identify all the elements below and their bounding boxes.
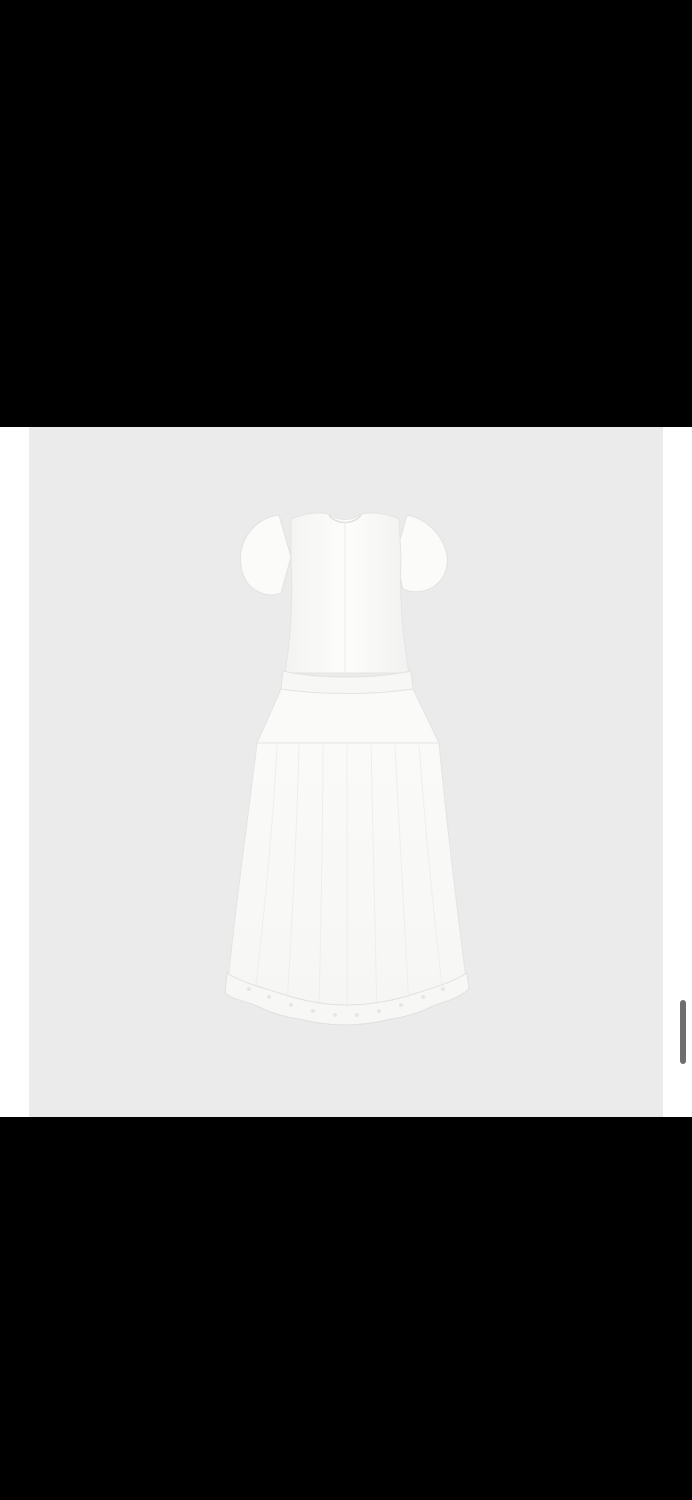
letterbox-top (0, 0, 692, 427)
letterbox-bottom (0, 1117, 692, 1500)
image-viewer (0, 0, 692, 1500)
waistband (280, 670, 414, 694)
photo-frame (0, 427, 692, 1117)
dress-illustration (224, 512, 470, 1026)
right-sleeve (394, 514, 448, 593)
scrollbar-thumb[interactable] (680, 1000, 686, 1064)
left-sleeve (240, 514, 292, 596)
skirt-tier-upper (256, 688, 440, 744)
bodice (284, 512, 410, 674)
product-photo[interactable] (29, 427, 663, 1117)
